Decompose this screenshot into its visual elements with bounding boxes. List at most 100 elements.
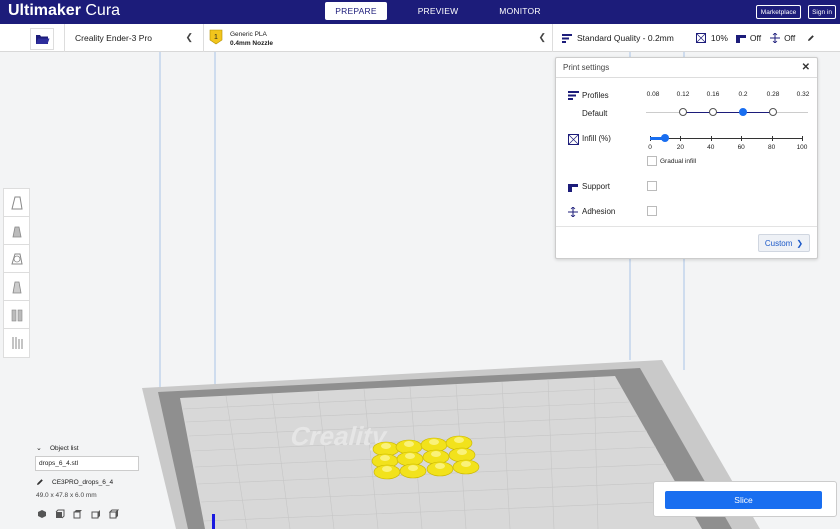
layer-height-slider[interactable]: 0.08 0.12 0.16 0.2 0.28 0.32 [646, 88, 810, 118]
object-list-header[interactable]: Object list [50, 445, 79, 452]
profile-tick-label: 0.12 [676, 91, 690, 98]
infill-slider[interactable]: 0 20 40 60 80 100 [648, 133, 807, 153]
slider-active-range [683, 112, 773, 113]
left-view-icon[interactable] [91, 509, 101, 519]
object-list-item[interactable]: drops_6_4.stl [35, 456, 139, 471]
infill-tick [710, 136, 712, 141]
profile-name: Default [582, 109, 608, 118]
slice-button[interactable]: Slice [665, 491, 822, 509]
scale-tool-button[interactable] [4, 217, 29, 245]
adhesion-value: Off [784, 33, 796, 43]
profile-tick-label: 0.16 [706, 91, 720, 98]
infill-icon [568, 134, 579, 145]
per-model-icon [11, 309, 22, 321]
material-selector[interactable]: 1 Generic PLA 0.4mm Nozzle ❮ [205, 24, 553, 52]
custom-label: Custom [764, 238, 793, 248]
adhesion-label: Adhesion [582, 207, 616, 216]
model-dimensions: 49.0 x 47.8 x 6.0 mm [36, 492, 97, 499]
3d-view-icon[interactable] [37, 509, 47, 519]
stage-tabs: PREPARE PREVIEW MONITOR [325, 2, 571, 20]
adhesion-icon [568, 207, 578, 217]
support-icon [735, 35, 746, 43]
extruder-number: 1 [214, 34, 218, 41]
quality-profile: Standard Quality - 0.2mm [577, 33, 674, 43]
profile-icon [568, 91, 579, 100]
signin-button[interactable]: Sign in [808, 5, 836, 19]
support-checkbox[interactable] [647, 181, 657, 191]
profile-tick-label: 0.2 [738, 91, 748, 98]
view-buttons [37, 509, 119, 519]
tab-prepare[interactable]: PREPARE [325, 2, 387, 20]
tab-monitor[interactable]: MONITOR [489, 2, 551, 20]
brand-thin: Cura [80, 2, 121, 19]
slice-panel: Slice [653, 481, 837, 517]
infill-icon [695, 33, 706, 43]
profile-tick-label: 0.08 [646, 91, 660, 98]
chevron-left-icon: ❮ [185, 32, 193, 42]
marketplace-button[interactable]: Marketplace [756, 5, 801, 19]
profile-tick-label: 0.32 [796, 91, 810, 98]
print-setup-selector[interactable]: Standard Quality - 0.2mm 10% Off Off [556, 24, 840, 52]
tab-preview[interactable]: PREVIEW [407, 2, 469, 20]
folder-icon [35, 35, 49, 44]
adhesion-icon [770, 33, 781, 43]
profile-handle[interactable] [739, 108, 747, 116]
chevron-right-icon: ❯ [796, 238, 804, 248]
profile-stop[interactable] [769, 108, 777, 116]
printer-selector[interactable]: Creality Ender-3 Pro ❮ [64, 24, 204, 52]
job-toolbar: Creality Ender-3 Pro ❮ 1 Generic PLA 0.4… [0, 24, 840, 52]
mirror-icon [12, 281, 21, 293]
print-settings-header: Print settings ✕ [556, 58, 817, 78]
pencil-icon[interactable] [807, 34, 815, 42]
mirror-tool-button[interactable] [4, 273, 29, 301]
infill-tick [802, 136, 803, 141]
printer-name: Creality Ender-3 Pro [75, 33, 153, 43]
infill-handle[interactable] [661, 134, 670, 142]
transform-toolbar [3, 188, 30, 358]
support-label: Support [582, 182, 611, 191]
slider-track [650, 138, 802, 139]
infill-tick-label: 0 [648, 144, 652, 151]
job-name[interactable]: CE3PRO_drops_6_4 [52, 479, 113, 486]
print-settings-panel: Print settings ✕ Profiles Default 0.08 0.… [555, 57, 818, 259]
move-icon [10, 196, 23, 209]
profiles-label: Profiles [582, 91, 609, 100]
rotate-icon [10, 253, 23, 264]
gradual-infill-checkbox[interactable] [647, 156, 657, 166]
infill-tick-label: 20 [676, 144, 685, 151]
brand-bold: Ultimaker [8, 2, 81, 19]
print-settings-title: Print settings [563, 63, 610, 72]
infill-tick-label: 100 [796, 144, 808, 151]
infill-tick [771, 136, 773, 141]
gradual-infill-label: Gradual infill [660, 158, 697, 165]
infill-value: 10% [710, 33, 728, 43]
profile-stop[interactable] [679, 108, 687, 116]
infill-tick-label: 80 [767, 144, 776, 151]
close-icon[interactable]: ✕ [802, 62, 810, 73]
move-tool-button[interactable] [4, 189, 29, 217]
support-icon [568, 184, 578, 192]
infill-label: Infill (%) [582, 134, 611, 143]
rotate-tool-button[interactable] [4, 245, 29, 273]
chevron-down-icon[interactable]: ⌄ [36, 444, 42, 452]
divider [556, 226, 817, 227]
app-header: Ultimaker Cura PREPARE PREVIEW MONITOR M… [0, 0, 840, 24]
infill-tick [741, 136, 743, 141]
profile-stop[interactable] [709, 108, 717, 116]
scale-icon [12, 226, 21, 237]
custom-settings-button[interactable]: Custom ❯ [758, 234, 810, 252]
top-view-icon[interactable] [73, 509, 83, 519]
per-model-settings-button[interactable] [4, 301, 29, 329]
adhesion-checkbox[interactable] [647, 206, 657, 216]
support-blocker-button[interactable] [4, 329, 29, 357]
right-view-icon[interactable] [109, 509, 119, 519]
front-view-icon[interactable] [55, 509, 65, 519]
chevron-left-icon: ❮ [538, 32, 546, 42]
nozzle-size: 0.4mm Nozzle [230, 40, 273, 47]
profile-icon [562, 33, 572, 43]
infill-tick-label: 60 [737, 144, 745, 151]
support-blocker-icon [12, 337, 22, 349]
material-name: Generic PLA [230, 31, 267, 38]
pencil-icon[interactable] [36, 478, 44, 486]
open-file-button[interactable] [30, 28, 54, 50]
